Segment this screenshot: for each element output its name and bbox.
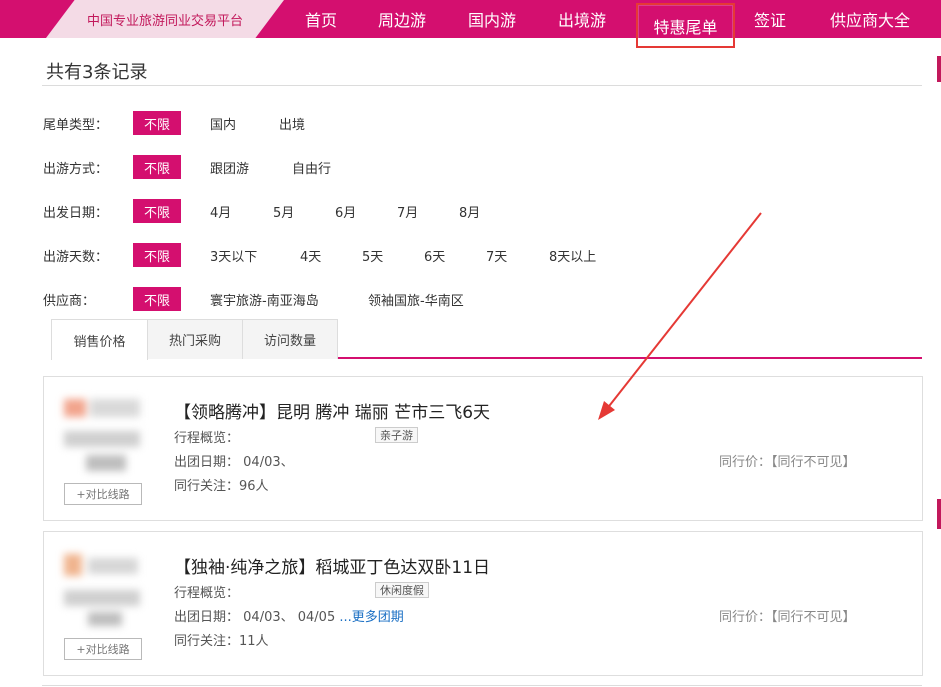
filter-label: 尾单类型：: [43, 117, 109, 133]
filter-option-supplier[interactable]: 领袖国旅-华南区: [368, 287, 464, 311]
filter-label: 出游方式：: [43, 161, 109, 177]
nav-special-deals[interactable]: 特惠尾单: [636, 3, 735, 48]
sort-tabs: 销售价格 热门采购 访问数量: [51, 319, 922, 360]
peer-price: 同行价：【同行不可见】: [719, 610, 856, 625]
overview-label: 行程概览：: [174, 586, 240, 601]
filter-row-travel-mode: 出游方式： 不限 跟团游 自由行: [43, 155, 331, 179]
nav-home[interactable]: 首页: [289, 0, 353, 38]
nav-visa[interactable]: 签证: [744, 0, 796, 38]
dates-label: 出团日期：: [174, 610, 240, 625]
filter-row-trip-days: 出游天数： 不限 3天以下 4天 5天 6天 7天 8天以上: [43, 243, 596, 267]
compare-route-button[interactable]: +对比线路: [64, 483, 142, 505]
filter-option-days[interactable]: 4天: [300, 243, 321, 267]
filter-option-days[interactable]: 8天以上: [549, 243, 596, 267]
filter-label: 供应商：: [43, 293, 96, 309]
filter-row-supplier: 供应商： 不限 寰宇旅游-南亚海岛 领袖国旅-华南区: [43, 287, 464, 311]
peer-followers: 同行关注：11人: [174, 630, 269, 649]
side-edge-marker: [937, 499, 941, 529]
product-tag: 休闲度假: [375, 582, 429, 598]
filter-label: 出游天数：: [43, 249, 109, 265]
side-edge-marker: [937, 56, 941, 82]
followers-label: 同行关注：: [174, 634, 240, 649]
filter-option-independent[interactable]: 自由行: [292, 155, 331, 179]
dates-value: 04/03、: [243, 455, 294, 470]
filter-option-supplier[interactable]: 寰宇旅游-南亚海岛: [210, 287, 319, 311]
filter-option-month[interactable]: 8月: [459, 199, 480, 223]
compare-route-button[interactable]: +对比线路: [64, 638, 142, 660]
divider: [42, 685, 922, 686]
product-tag: 亲子游: [375, 427, 418, 443]
tab-hot-purchase[interactable]: 热门采购: [147, 319, 243, 359]
overview-label: 行程概览：: [174, 431, 240, 446]
filter-option-days[interactable]: 5天: [362, 243, 383, 267]
filter-option-days[interactable]: 7天: [486, 243, 507, 267]
record-count: 共有3条记录: [46, 62, 148, 83]
filter-option-days[interactable]: 6天: [424, 243, 445, 267]
peer-followers: 同行关注：96人: [174, 475, 269, 494]
dates-value: 04/03、 04/05: [243, 610, 336, 625]
followers-value: 96人: [239, 479, 269, 494]
filter-option-month[interactable]: 5月: [273, 199, 294, 223]
page: 中国专业旅游同业交易平台 首页 周边游 国内游 出境游 特惠尾单 签证 供应商大…: [0, 0, 941, 687]
filter-option-unlimited[interactable]: 不限: [133, 199, 181, 223]
nav-outbound-tours[interactable]: 出境游: [546, 0, 618, 38]
filter-option-domestic[interactable]: 国内: [210, 111, 236, 135]
filter-option-days[interactable]: 3天以下: [210, 243, 257, 267]
filter-label: 出发日期：: [43, 205, 109, 221]
product-card[interactable]: +对比线路 【独袖·纯净之旅】稻城亚丁色达双卧11日 行程概览： 休闲度假 出团…: [43, 531, 923, 676]
more-dates-link[interactable]: ...更多团期: [339, 610, 403, 625]
product-thumbnail[interactable]: [64, 399, 142, 471]
tab-visit-count[interactable]: 访问数量: [242, 319, 338, 359]
filter-option-unlimited[interactable]: 不限: [133, 111, 181, 135]
divider: [42, 85, 922, 86]
nav-nearby-tours[interactable]: 周边游: [366, 0, 438, 38]
nav-supplier-directory[interactable]: 供应商大全: [816, 0, 924, 38]
product-title[interactable]: 【独袖·纯净之旅】稻城亚丁色达双卧11日: [174, 553, 490, 578]
nav-domestic-tours[interactable]: 国内游: [456, 0, 528, 38]
dates-label: 出团日期：: [174, 455, 240, 470]
followers-label: 同行关注：: [174, 479, 240, 494]
departure-dates: 出团日期： 04/03、: [174, 451, 294, 470]
departure-dates: 出团日期： 04/03、 04/05 ...更多团期: [174, 606, 404, 625]
followers-value: 11人: [239, 634, 269, 649]
product-card[interactable]: +对比线路 【领略腾冲】昆明 腾冲 瑞丽 芒市三飞6天 行程概览： 亲子游 出团…: [43, 376, 923, 521]
tab-sale-price[interactable]: 销售价格: [51, 319, 148, 360]
filter-option-month[interactable]: 7月: [397, 199, 418, 223]
filter-option-unlimited[interactable]: 不限: [133, 155, 181, 179]
filter-option-month[interactable]: 4月: [210, 199, 231, 223]
filter-row-departure-date: 出发日期： 不限 4月 5月 6月 7月 8月: [43, 199, 480, 223]
filter-option-month[interactable]: 6月: [335, 199, 356, 223]
filter-option-group-tour[interactable]: 跟团游: [210, 155, 249, 179]
filter-option-outbound[interactable]: 出境: [279, 111, 305, 135]
brand-slogan: 中国专业旅游同业交易平台: [46, 0, 284, 38]
product-thumbnail[interactable]: [64, 554, 142, 628]
peer-price: 同行价：【同行不可见】: [719, 455, 856, 470]
filter-option-unlimited[interactable]: 不限: [133, 243, 181, 267]
filter-row-deal-type: 尾单类型： 不限 国内 出境: [43, 111, 305, 135]
filter-option-unlimited[interactable]: 不限: [133, 287, 181, 311]
product-title[interactable]: 【领略腾冲】昆明 腾冲 瑞丽 芒市三飞6天: [174, 398, 490, 423]
